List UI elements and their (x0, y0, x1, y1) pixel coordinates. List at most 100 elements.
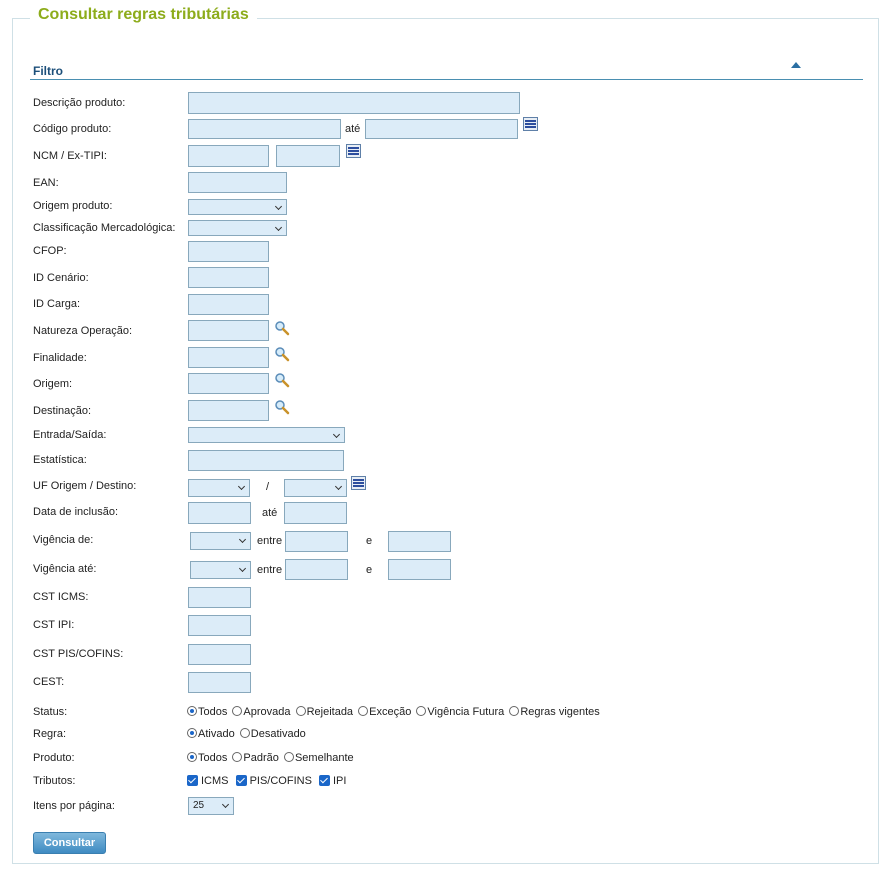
vigencia-ate-to-input[interactable] (388, 559, 451, 580)
tributo-checkbox-icms[interactable]: ICMS (187, 775, 229, 787)
label-cst-ipi: CST IPI: (33, 619, 75, 631)
vigencia-de-entre: entre (257, 535, 283, 547)
label-codigo: Código produto: (33, 123, 112, 135)
codigo-from-input[interactable] (188, 119, 341, 139)
label-cst-icms: CST ICMS: (33, 591, 89, 603)
label-vigencia-de: Vigência de: (33, 534, 94, 546)
vigencia-ate-entre: entre (257, 564, 283, 576)
codigo-to-input[interactable] (365, 119, 518, 139)
status-radio-4[interactable]: Vigência Futura (416, 706, 504, 718)
label-ean: EAN: (33, 177, 59, 189)
cst-icms-input[interactable] (188, 587, 251, 608)
label-ncm: NCM / Ex-TIPI: (33, 150, 107, 162)
destinacao-search-icon[interactable] (274, 399, 290, 415)
tributo-checkbox-ipi[interactable]: IPI (318, 775, 346, 787)
regra-radio-0[interactable]: Ativado (187, 728, 235, 740)
vigencia-ate-from-input[interactable] (285, 559, 348, 580)
label-finalidade: Finalidade: (33, 352, 87, 364)
checkbox-checked-icon (187, 775, 198, 786)
filter-section-title: Filtro (33, 64, 63, 78)
label-tributos: Tributos: (33, 775, 76, 787)
tributos-checkbox-group: ICMS PIS/COFINS IPI (187, 775, 348, 787)
radio-icon (187, 752, 197, 762)
vigencia-de-from-input[interactable] (285, 531, 348, 552)
radio-icon (358, 706, 369, 716)
label-status: Status: (33, 706, 68, 718)
label-cest: CEST: (33, 676, 65, 688)
produto-radio-2[interactable]: Semelhante (283, 752, 354, 764)
vigencia-de-to-input[interactable] (388, 531, 451, 552)
ncm-input[interactable] (188, 145, 269, 167)
uf-origem-select[interactable] (188, 479, 250, 497)
radio-icon (187, 706, 197, 716)
radio-icon (232, 706, 243, 716)
label-classificacao: Classificação Mercadológica: (33, 222, 176, 234)
label-origem-produto: Origem produto: (33, 200, 113, 212)
produto-radio-1[interactable]: Padrão (232, 752, 279, 764)
vigencia-de-select[interactable] (190, 532, 251, 550)
label-regra: Regra: (33, 728, 67, 740)
finalidade-input[interactable] (188, 347, 269, 368)
checkbox-checked-icon (318, 775, 330, 786)
label-entrada-saida: Entrada/Saída: (33, 429, 107, 441)
status-radio-5[interactable]: Regras vigentes (509, 706, 600, 718)
estatistica-input[interactable] (188, 450, 344, 471)
vigencia-ate-select[interactable] (190, 561, 251, 579)
cst-pis-input[interactable] (188, 644, 251, 665)
uf-slash: / (266, 481, 270, 493)
cest-input[interactable] (188, 672, 251, 693)
ncm-list-icon[interactable] (346, 144, 361, 158)
checkbox-checked-icon (235, 775, 247, 786)
status-radio-0[interactable]: Todos (187, 706, 227, 718)
origem-input[interactable] (188, 373, 269, 394)
label-id-cenario: ID Cenário: (33, 272, 89, 284)
origem-produto-select[interactable] (188, 199, 287, 215)
label-natureza: Natureza Operação: (33, 325, 133, 337)
label-itens: Itens por página: (33, 800, 115, 812)
radio-icon (283, 752, 294, 762)
status-radio-1[interactable]: Aprovada (232, 706, 291, 718)
classificacao-select[interactable] (188, 220, 287, 236)
regra-radio-group: Ativado Desativado (187, 728, 308, 740)
regra-radio-1[interactable]: Desativado (239, 728, 306, 740)
radio-icon (232, 752, 243, 762)
natureza-search-icon[interactable] (274, 320, 290, 336)
id-cenario-input[interactable] (188, 267, 269, 288)
codigo-list-icon[interactable] (523, 117, 538, 131)
collapse-triangle-icon[interactable] (791, 62, 801, 68)
tributo-checkbox-pis-cofins[interactable]: PIS/COFINS (235, 775, 312, 787)
origem-search-icon[interactable] (274, 372, 290, 388)
label-cst-pis: CST PIS/COFINS: (33, 648, 124, 660)
label-vigencia-ate: Vigência até: (33, 563, 97, 575)
uf-destino-select[interactable] (284, 479, 347, 497)
destinacao-input[interactable] (188, 400, 269, 421)
radio-icon (416, 706, 427, 716)
data-inclusao-to-input[interactable] (284, 502, 347, 524)
filter-panel (12, 18, 879, 864)
status-radio-2[interactable]: Rejeitada (295, 706, 353, 718)
ex-tipi-input[interactable] (276, 145, 340, 167)
radio-icon (187, 728, 197, 738)
label-estatistica: Estatística: (33, 454, 87, 466)
ean-input[interactable] (188, 172, 287, 193)
entrada-saida-select[interactable] (188, 427, 345, 443)
status-radio-3[interactable]: Exceção (358, 706, 411, 718)
id-carga-input[interactable] (188, 294, 269, 315)
uf-list-icon[interactable] (351, 476, 366, 490)
finalidade-search-icon[interactable] (274, 346, 290, 362)
vigencia-de-e: e (366, 535, 373, 547)
label-destinacao: Destinação: (33, 405, 92, 417)
consultar-button[interactable]: Consultar (33, 832, 106, 854)
filter-divider (30, 79, 863, 80)
codigo-ate-label: até (345, 123, 361, 135)
produto-radio-group: Todos Padrão Semelhante (187, 752, 356, 764)
data-inclusao-ate-label: até (262, 507, 278, 519)
descricao-input[interactable] (188, 92, 520, 114)
itens-por-pagina-select[interactable]: 25 (188, 797, 234, 815)
label-uf: UF Origem / Destino: (33, 480, 137, 492)
produto-radio-0[interactable]: Todos (187, 752, 227, 764)
natureza-input[interactable] (188, 320, 269, 341)
cfop-input[interactable] (188, 241, 269, 262)
cst-ipi-input[interactable] (188, 615, 251, 636)
data-inclusao-from-input[interactable] (188, 502, 251, 524)
